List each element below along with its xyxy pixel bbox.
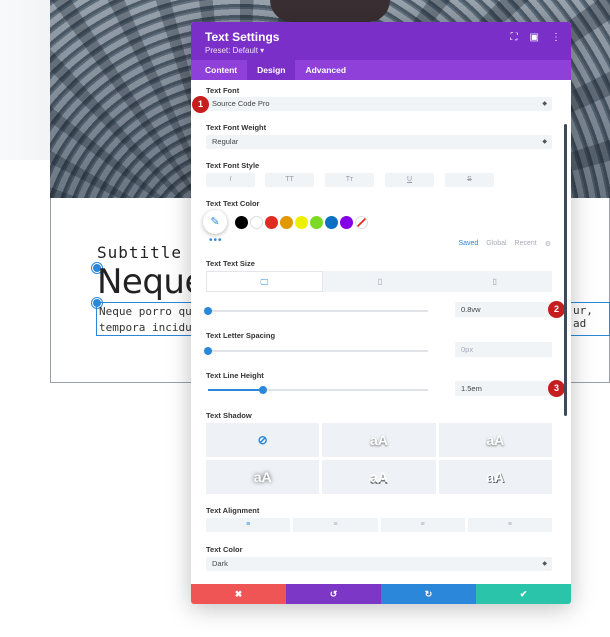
tab-advanced[interactable]: Advanced bbox=[295, 60, 356, 80]
gear-icon[interactable]: ⚙ bbox=[545, 240, 551, 248]
alignment-options: ≡ ≡ ≡ ≡ bbox=[206, 518, 552, 532]
left-fade bbox=[0, 0, 50, 160]
callout-badge-3: 3 bbox=[548, 380, 565, 397]
slider-knob[interactable] bbox=[204, 347, 212, 355]
font-weight-value: Regular bbox=[212, 137, 239, 146]
color-tabs: Saved Global Recent ⚙ bbox=[458, 240, 551, 248]
text-size-label: Text Text Size bbox=[206, 259, 255, 268]
modal-tabs: Content Design Advanced bbox=[191, 60, 571, 80]
letter-spacing-input[interactable]: 0px bbox=[455, 342, 552, 357]
more-icon[interactable]: ⋮ bbox=[551, 32, 561, 43]
global-colors-tab[interactable]: Global bbox=[486, 240, 506, 248]
modal-body: Text Font Source Code Pro ◆ 1 Text Font … bbox=[191, 80, 571, 584]
text-size-input[interactable]: 0.8vw bbox=[455, 302, 552, 317]
callout-badge-1: 1 bbox=[192, 96, 209, 113]
saved-colors-tab[interactable]: Saved bbox=[458, 240, 478, 248]
underline-button[interactable]: U bbox=[385, 173, 434, 187]
page: Subtitle Neque Neque porro qui tempora i… bbox=[0, 0, 610, 637]
color-swatch[interactable] bbox=[340, 216, 353, 229]
chevron-updown-icon: ◆ bbox=[542, 101, 547, 107]
tab-design[interactable]: Design bbox=[247, 60, 296, 80]
clear-color-icon[interactable] bbox=[355, 216, 368, 229]
shadow-option[interactable]: aA bbox=[322, 460, 436, 494]
slider-knob[interactable] bbox=[204, 307, 212, 315]
subtitle-text: Subtitle bbox=[97, 243, 183, 262]
color-swatch[interactable] bbox=[250, 216, 263, 229]
font-style-label: Text Font Style bbox=[206, 161, 260, 170]
tablet-icon[interactable]: ▯ bbox=[323, 271, 438, 292]
text-color-value: Dark bbox=[212, 559, 228, 568]
more-colors-icon[interactable]: ••• bbox=[209, 235, 223, 246]
undo-button[interactable]: ↺ bbox=[286, 584, 381, 604]
text-color-select-label: Text Color bbox=[206, 545, 243, 554]
align-center-icon[interactable]: ≡ bbox=[293, 518, 378, 532]
shadow-option[interactable]: aA bbox=[206, 460, 320, 494]
text-size-slider[interactable] bbox=[204, 307, 428, 315]
text-font-label: Text Font bbox=[206, 86, 240, 95]
shadow-option[interactable]: aA bbox=[322, 423, 436, 457]
line-height-label: Text Line Height bbox=[206, 371, 264, 380]
text-color-label: Text Text Color bbox=[206, 199, 260, 208]
scrollbar[interactable] bbox=[564, 124, 567, 416]
text-font-value: Source Code Pro bbox=[212, 99, 270, 108]
text-settings-modal: Text Settings Preset: Default ▾ ⛶ ▣ ⋮ Co… bbox=[191, 22, 571, 604]
color-swatch[interactable] bbox=[310, 216, 323, 229]
uppercase-button[interactable]: TT bbox=[265, 173, 314, 187]
eyedropper-icon: ✎ bbox=[210, 216, 220, 228]
recent-colors-tab[interactable]: Recent bbox=[515, 240, 537, 248]
expand-icon[interactable]: ⛶ bbox=[511, 32, 518, 43]
modal-footer: ✖ ↺ ↻ ✔ bbox=[191, 584, 571, 604]
no-shadow-option[interactable]: ⊘ bbox=[206, 423, 320, 457]
desktop-icon[interactable]: 🖵 bbox=[206, 271, 323, 292]
line-height-input[interactable]: 1.5em bbox=[455, 381, 552, 396]
sidebar-icon[interactable]: ▣ bbox=[530, 32, 539, 43]
letter-spacing-label: Text Letter Spacing bbox=[206, 331, 276, 340]
redo-button[interactable]: ↻ bbox=[381, 584, 476, 604]
italic-button[interactable]: I bbox=[206, 173, 255, 187]
strikethrough-button[interactable]: S bbox=[445, 173, 494, 187]
color-swatch[interactable] bbox=[325, 216, 338, 229]
text-shadow-label: Text Shadow bbox=[206, 411, 252, 420]
text-color-select[interactable]: Dark ◆ bbox=[206, 557, 552, 571]
color-swatch[interactable] bbox=[280, 216, 293, 229]
font-weight-select[interactable]: Regular ◆ bbox=[206, 135, 552, 149]
save-button[interactable]: ✔ bbox=[476, 584, 571, 604]
preset-dropdown[interactable]: Preset: Default ▾ bbox=[205, 46, 557, 55]
modal-header: Text Settings Preset: Default ▾ ⛶ ▣ ⋮ bbox=[191, 22, 571, 60]
callout-badge-2: 2 bbox=[548, 301, 565, 318]
color-picker-button[interactable]: ✎ bbox=[203, 210, 227, 234]
slider-knob[interactable] bbox=[259, 386, 267, 394]
align-justify-icon[interactable]: ≡ bbox=[467, 518, 552, 532]
align-left-icon[interactable]: ≡ bbox=[206, 518, 291, 532]
capitalize-button[interactable]: Tт bbox=[325, 173, 374, 187]
heading-text: Neque bbox=[97, 262, 205, 302]
device-tabs: 🖵 ▯ ▯ bbox=[206, 271, 552, 292]
none-icon: ⊘ bbox=[257, 433, 268, 447]
tab-content[interactable]: Content bbox=[195, 60, 247, 80]
shadow-option[interactable]: aA bbox=[438, 460, 552, 494]
shadow-option[interactable]: aA bbox=[438, 423, 552, 457]
text-font-select[interactable]: Source Code Pro ◆ bbox=[206, 97, 552, 111]
color-swatch[interactable] bbox=[265, 216, 278, 229]
text-alignment-label: Text Alignment bbox=[206, 506, 260, 515]
chevron-updown-icon: ◆ bbox=[542, 139, 547, 145]
discard-button[interactable]: ✖ bbox=[191, 584, 286, 604]
phone-icon[interactable]: ▯ bbox=[437, 271, 552, 292]
text-shadow-options: ⊘ aA aA aA aA aA bbox=[206, 423, 552, 494]
chevron-updown-icon: ◆ bbox=[542, 561, 547, 567]
align-right-icon[interactable]: ≡ bbox=[380, 518, 465, 532]
letter-spacing-slider[interactable] bbox=[204, 347, 428, 355]
body-line-1-end: ur, ad bbox=[573, 304, 593, 330]
line-height-slider[interactable] bbox=[208, 386, 428, 394]
color-swatch[interactable] bbox=[235, 216, 248, 229]
color-swatch[interactable] bbox=[295, 216, 308, 229]
modal-title: Text Settings bbox=[205, 30, 280, 44]
font-weight-label: Text Font Weight bbox=[206, 123, 267, 132]
